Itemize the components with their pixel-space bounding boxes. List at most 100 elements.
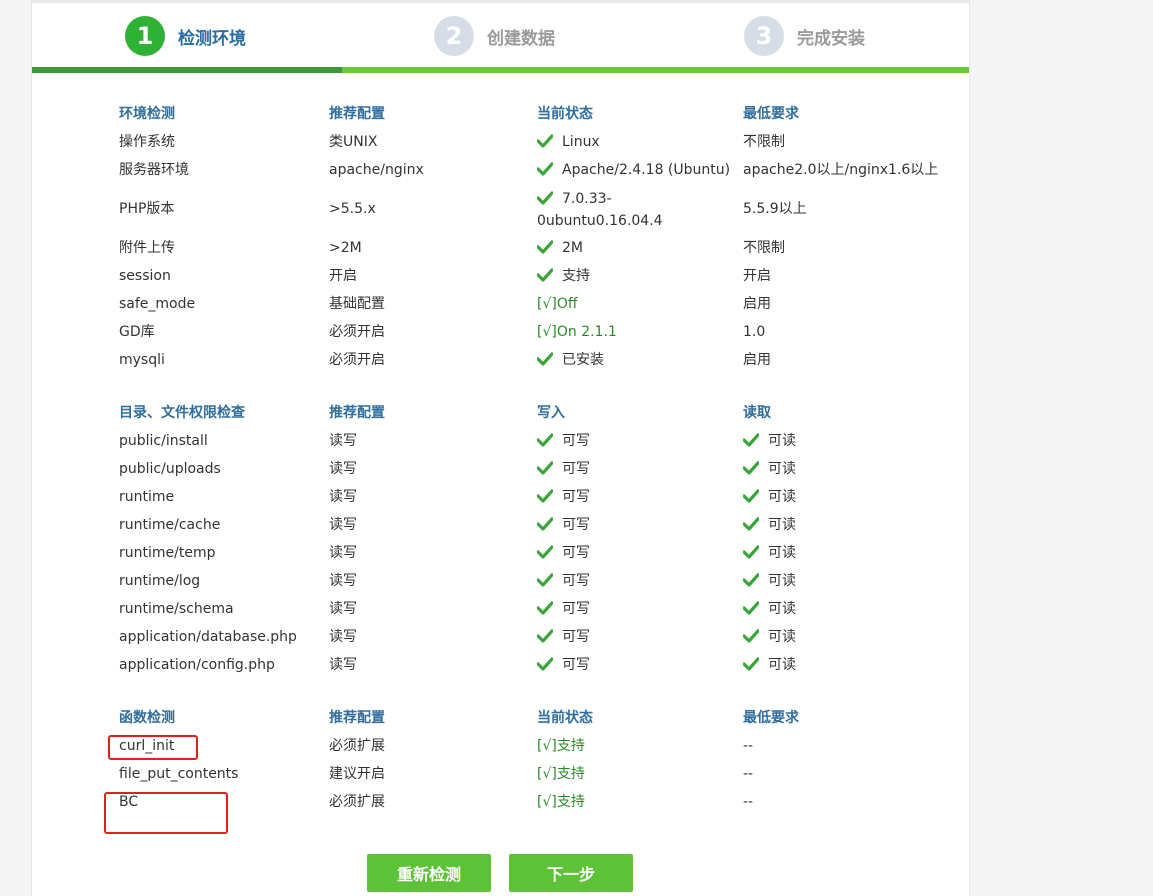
dir-path: public/uploads	[119, 461, 221, 477]
dir-write-status: 可写	[537, 571, 590, 591]
dir-path: runtime/cache	[119, 517, 221, 533]
dir-read-label: 可读	[768, 461, 796, 477]
check-icon	[537, 268, 553, 282]
step-create-data: 2 创建数据	[434, 15, 555, 57]
env-status: 已安装	[537, 350, 604, 370]
env-minimum: 5.5.9以上	[743, 201, 807, 217]
env-recommended: 必须开启	[329, 324, 385, 340]
dir-path: runtime/log	[119, 573, 201, 589]
env-name: 附件上传	[119, 240, 175, 256]
funcs-header-status: 当前状态	[537, 710, 593, 726]
dirs-header-read: 读取	[743, 405, 771, 421]
env-status: 2M	[537, 238, 583, 258]
step-label-1: 检测环境	[178, 28, 246, 49]
funcs-header-minimum: 最低要求	[743, 710, 799, 726]
check-icon	[743, 573, 759, 587]
dir-write-label: 可写	[562, 433, 590, 449]
recheck-button[interactable]: 重新检测	[367, 854, 491, 892]
env-recommended: 开启	[329, 268, 357, 284]
env-status-text: Apache/2.4.18 (Ubuntu)	[562, 162, 731, 178]
check-icon	[537, 489, 553, 503]
dir-write-status: 可写	[537, 599, 590, 619]
dir-recommended: 读写	[329, 433, 357, 449]
dir-read-status: 可读	[743, 627, 796, 647]
check-icon	[537, 134, 553, 148]
env-status: 7.0.33-0ubuntu0.16.04.4	[537, 188, 727, 232]
check-icon	[537, 601, 553, 615]
dir-path: public/install	[119, 433, 208, 449]
step-number-2: 2	[434, 16, 474, 56]
dir-read-status: 可读	[743, 543, 796, 563]
env-name: PHP版本	[119, 201, 175, 217]
env-name: GD库	[119, 324, 155, 340]
dir-read-status: 可读	[743, 459, 796, 479]
dir-path: runtime	[119, 489, 175, 505]
dir-read-label: 可读	[768, 517, 796, 533]
check-icon	[743, 461, 759, 475]
dir-path: runtime/temp	[119, 545, 216, 561]
dir-recommended: 读写	[329, 489, 357, 505]
env-status-text: 支持	[562, 268, 590, 284]
env-header-status: 当前状态	[537, 106, 593, 122]
check-icon	[537, 240, 553, 254]
dir-write-label: 可写	[562, 461, 590, 477]
dir-recommended: 读写	[329, 545, 357, 561]
dir-write-status: 可写	[537, 431, 590, 451]
dir-write-label: 可写	[562, 489, 590, 505]
env-minimum: 1.0	[743, 324, 766, 340]
check-icon	[537, 191, 553, 205]
env-status-text: [√]On 2.1.1	[537, 324, 617, 340]
dir-read-label: 可读	[768, 629, 796, 645]
check-icon	[537, 162, 553, 176]
env-minimum: 启用	[743, 352, 771, 368]
highlight-box-bc	[104, 792, 228, 834]
next-step-button[interactable]: 下一步	[509, 854, 633, 892]
step-label-3: 完成安装	[797, 28, 865, 49]
env-recommended: 类UNIX	[329, 134, 378, 150]
dir-write-status: 可写	[537, 655, 590, 675]
check-icon	[537, 629, 553, 643]
step-check-environment: 1 检测环境	[125, 15, 246, 57]
dir-read-status: 可读	[743, 431, 796, 451]
env-recommended: apache/nginx	[329, 162, 424, 178]
dir-recommended: 读写	[329, 601, 357, 617]
dir-read-label: 可读	[768, 545, 796, 561]
env-minimum: 不限制	[743, 134, 785, 150]
check-icon	[743, 629, 759, 643]
env-status-text: 2M	[562, 240, 583, 256]
step-progress-fill	[32, 67, 342, 73]
env-name: 服务器环境	[119, 162, 189, 178]
dir-write-label: 可写	[562, 545, 590, 561]
dir-read-label: 可读	[768, 433, 796, 449]
env-name: mysqli	[119, 352, 165, 368]
dir-read-label: 可读	[768, 573, 796, 589]
funcs-header-recommended: 推荐配置	[329, 710, 385, 726]
env-header-minimum: 最低要求	[743, 106, 799, 122]
env-recommended: 基础配置	[329, 296, 385, 312]
func-name: file_put_contents	[119, 766, 239, 782]
func-recommended: 必须扩展	[329, 794, 385, 810]
check-icon	[537, 433, 553, 447]
env-name: safe_mode	[119, 296, 196, 312]
dir-read-status: 可读	[743, 655, 796, 675]
env-minimum: apache2.0以上/nginx1.6以上	[743, 162, 939, 178]
env-status-text: 7.0.33-0ubuntu0.16.04.4	[537, 191, 663, 229]
dir-recommended: 读写	[329, 461, 357, 477]
dir-path: application/config.php	[119, 657, 275, 673]
highlight-box-curl	[108, 735, 198, 760]
dirs-header-check: 目录、文件权限检查	[119, 405, 245, 421]
env-name: session	[119, 268, 171, 284]
dir-read-label: 可读	[768, 489, 796, 505]
env-header-check: 环境检测	[119, 106, 175, 122]
func-minimum: --	[743, 794, 754, 810]
check-icon	[537, 545, 553, 559]
dir-path: runtime/schema	[119, 601, 234, 617]
env-recommended: >5.5.x	[329, 201, 376, 217]
check-icon	[537, 573, 553, 587]
env-status: Apache/2.4.18 (Ubuntu)	[537, 160, 730, 180]
step-progress-bar	[32, 67, 969, 73]
check-icon	[743, 657, 759, 671]
env-name: 操作系统	[119, 134, 175, 150]
dir-read-status: 可读	[743, 487, 796, 507]
dir-write-label: 可写	[562, 601, 590, 617]
